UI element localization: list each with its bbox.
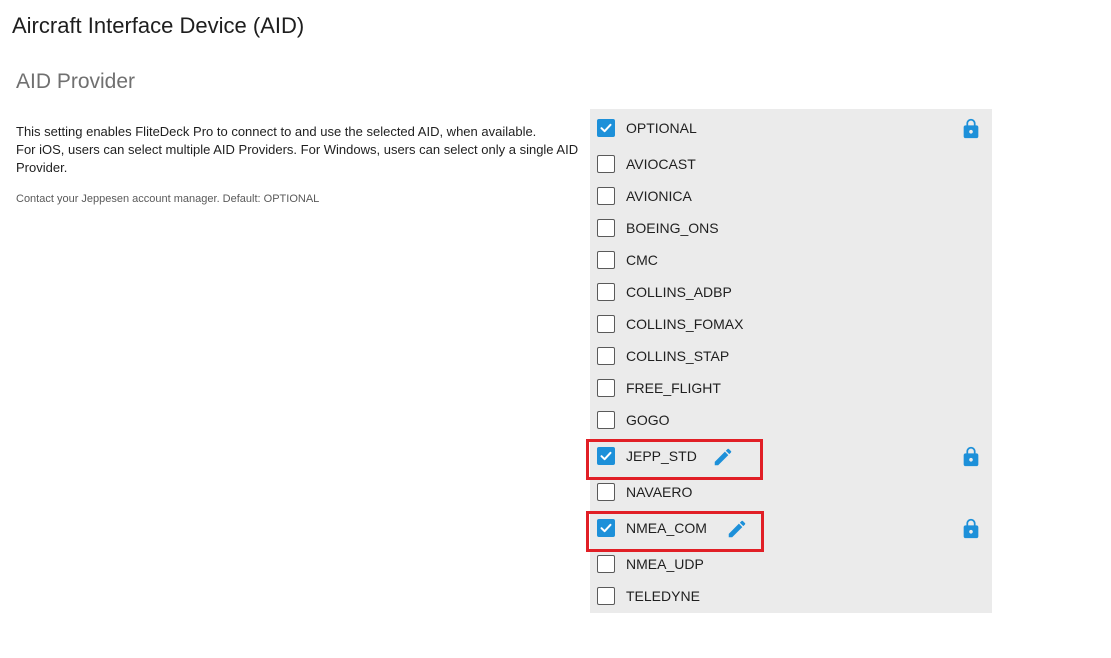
option-checkbox[interactable]: [597, 283, 615, 301]
option-label: GOGO: [626, 412, 670, 428]
option-row-free-flight[interactable]: FREE_FLIGHT: [590, 373, 992, 403]
option-row-avionica[interactable]: AVIONICA: [590, 181, 992, 211]
option-checkbox[interactable]: [597, 587, 615, 605]
option-label: AVIONICA: [626, 188, 692, 204]
option-row-collins-fomax[interactable]: COLLINS_FOMAX: [590, 309, 992, 339]
option-checkbox[interactable]: [597, 411, 615, 429]
option-checkbox[interactable]: [597, 251, 615, 269]
description-line: For iOS, users can select multiple AID P…: [16, 142, 579, 175]
lock-icon: [960, 118, 982, 140]
option-label: COLLINS_STAP: [626, 348, 730, 364]
option-label: AVIOCAST: [626, 156, 696, 172]
option-label: TELEDYNE: [626, 588, 700, 604]
highlight-box: [586, 439, 763, 480]
option-checkbox[interactable]: [597, 155, 615, 173]
option-row-aviocast[interactable]: AVIOCAST: [590, 149, 992, 179]
option-row-cmc[interactable]: CMC: [590, 245, 992, 275]
option-checkbox[interactable]: [597, 119, 615, 137]
aid-provider-options-panel: OPTIONAL AVIOCAST AVIONICA BOEING_ONS CMC COL…: [586, 109, 992, 613]
option-checkbox[interactable]: [597, 219, 615, 237]
option-checkbox[interactable]: [597, 483, 615, 501]
setting-description: This setting enables FliteDeck Pro to co…: [16, 123, 586, 177]
default-note: Contact your Jeppesen account manager. D…: [16, 193, 320, 205]
option-row-collins-adbp[interactable]: COLLINS_ADBP: [590, 277, 992, 307]
option-label: FREE_FLIGHT: [626, 380, 721, 396]
option-label: COLLINS_FOMAX: [626, 316, 744, 332]
option-row-nmea-udp[interactable]: NMEA_UDP: [590, 549, 992, 579]
section-title: AID Provider: [16, 70, 136, 93]
option-label: NAVAERO: [626, 484, 693, 500]
page-title: Aircraft Interface Device (AID): [12, 13, 305, 38]
option-checkbox[interactable]: [597, 555, 615, 573]
lock-icon: [960, 518, 982, 540]
option-row-navaero[interactable]: NAVAERO: [590, 477, 992, 507]
option-checkbox[interactable]: [597, 315, 615, 333]
option-label: COLLINS_ADBP: [626, 284, 732, 300]
highlight-box: [586, 511, 764, 552]
description-line: This setting enables FliteDeck Pro to co…: [16, 124, 537, 139]
option-checkbox[interactable]: [597, 187, 615, 205]
option-label: BOEING_ONS: [626, 220, 719, 236]
option-row-teledyne[interactable]: TELEDYNE: [590, 581, 992, 611]
option-label: CMC: [626, 252, 658, 268]
option-row-boeing-ons[interactable]: BOEING_ONS: [590, 213, 992, 243]
option-row-optional[interactable]: OPTIONAL: [590, 113, 992, 143]
option-checkbox[interactable]: [597, 379, 615, 397]
option-row-gogo[interactable]: GOGO: [590, 405, 992, 435]
option-label: NMEA_UDP: [626, 556, 704, 572]
checkmark-icon: [600, 123, 612, 133]
option-checkbox[interactable]: [597, 347, 615, 365]
option-row-collins-stap[interactable]: COLLINS_STAP: [590, 341, 992, 371]
option-label: OPTIONAL: [626, 120, 697, 136]
lock-icon: [960, 446, 982, 468]
